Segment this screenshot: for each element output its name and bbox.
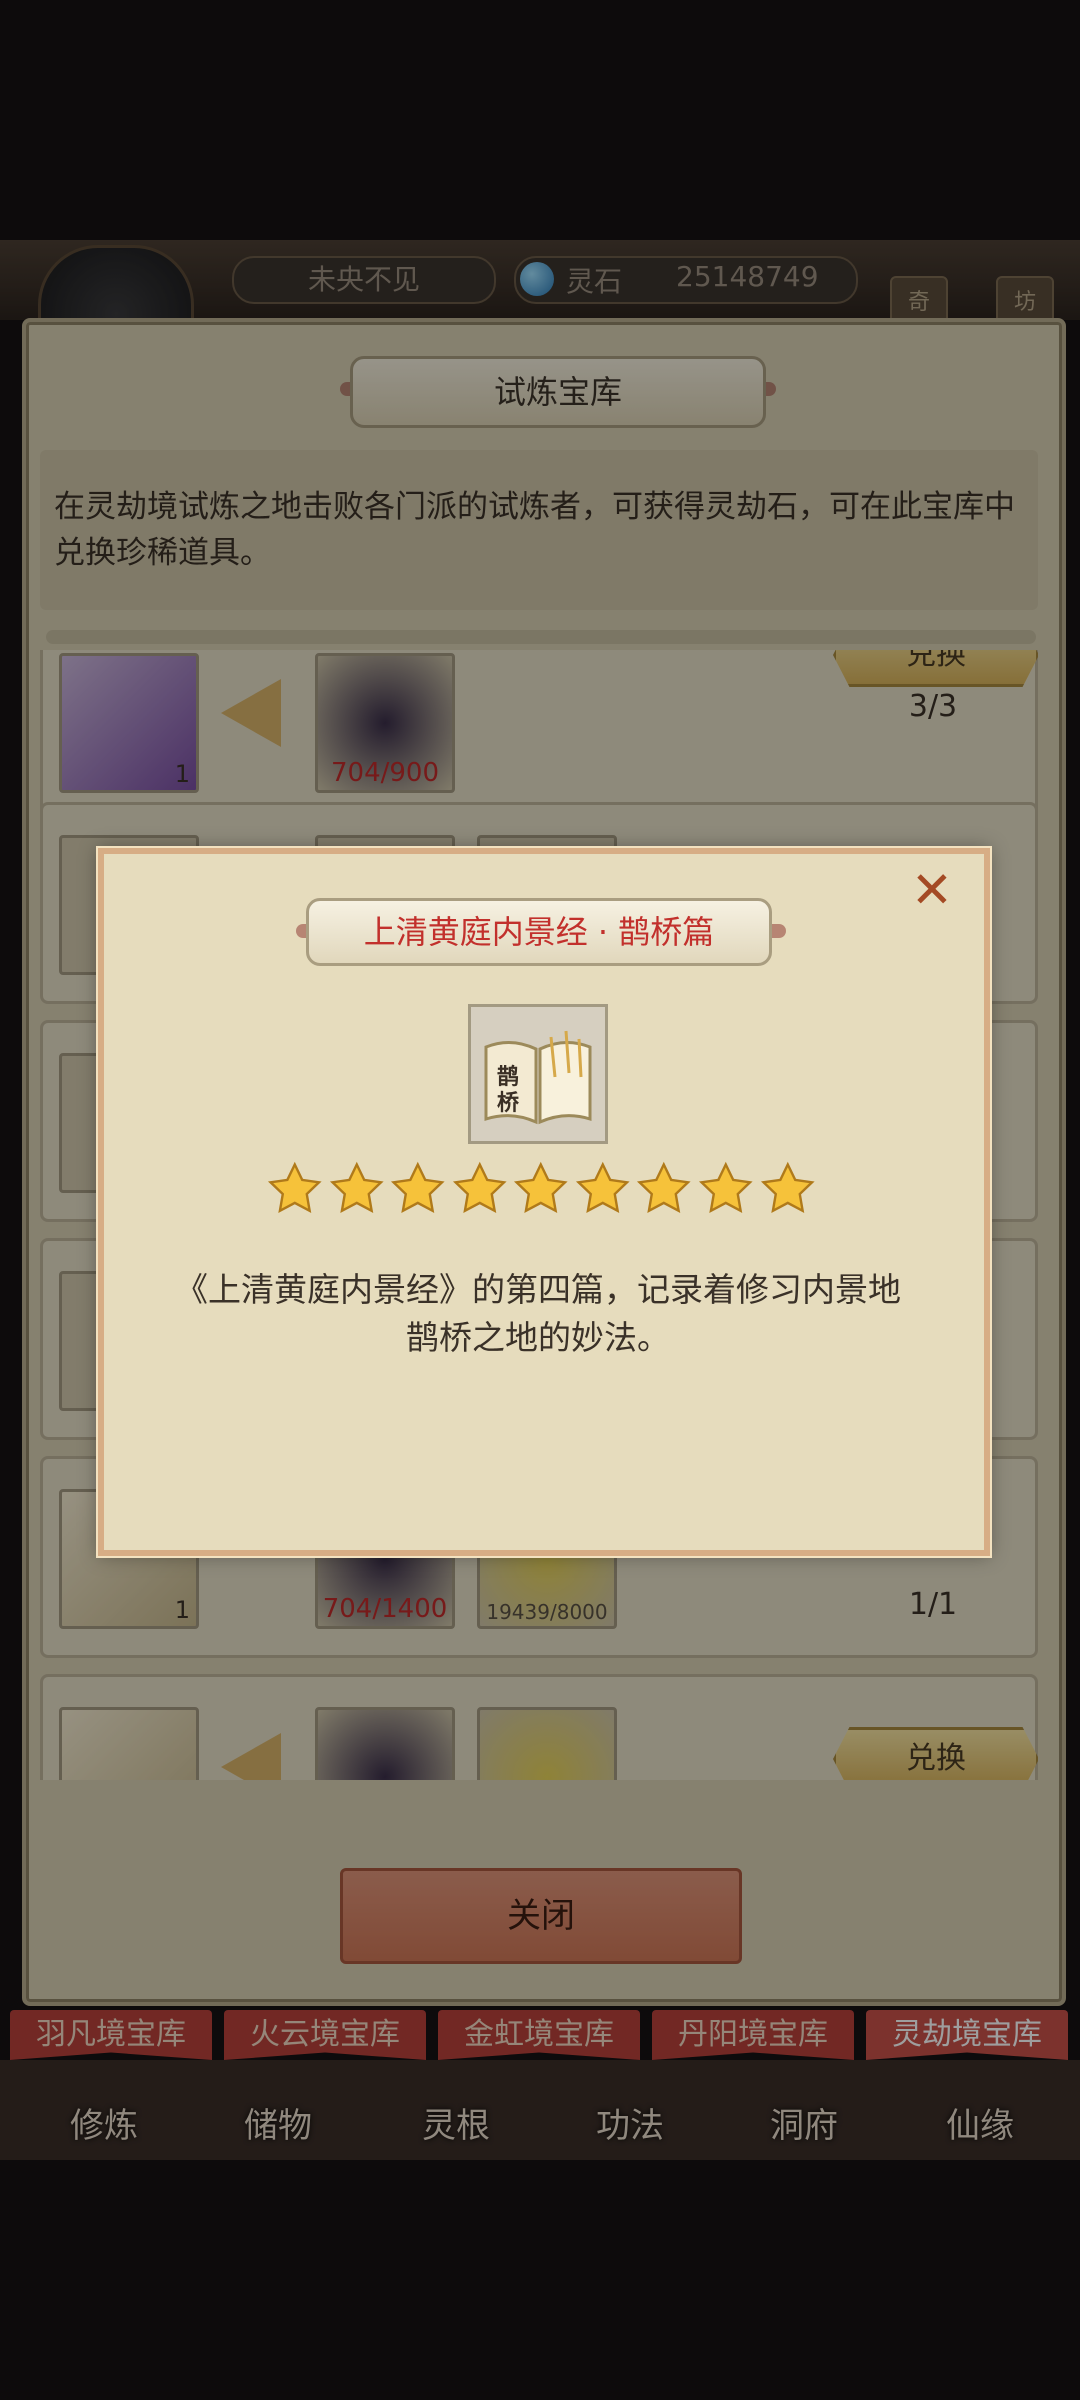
modal-description: 《上清黄庭内景经》的第四篇，记录着修习内景地 鹊桥之地的妙法。 (150, 1266, 926, 1362)
close-icon[interactable]: ✕ (906, 864, 958, 916)
star-icon (698, 1161, 753, 1214)
description-line: 鹊桥之地的妙法。 (406, 1318, 670, 1357)
description-line: 《上清黄庭内景经》的第四篇，记录着修习内景地 (175, 1270, 901, 1309)
star-icon (391, 1161, 445, 1214)
book-icon (484, 1030, 592, 1125)
star-icon (514, 1161, 568, 1214)
item-icon: 鹊 桥 (468, 1004, 608, 1144)
star-icon (452, 1161, 507, 1214)
star-rating (266, 1160, 816, 1220)
star-icon (329, 1161, 384, 1214)
star-icon (575, 1161, 630, 1214)
item-glyph: 桥 (497, 1091, 520, 1116)
modal-title: 上清黄庭内景经 · 鹊桥篇 (306, 898, 772, 966)
star-icon (267, 1161, 322, 1214)
star-icon (760, 1161, 815, 1214)
star-icon (637, 1161, 691, 1214)
